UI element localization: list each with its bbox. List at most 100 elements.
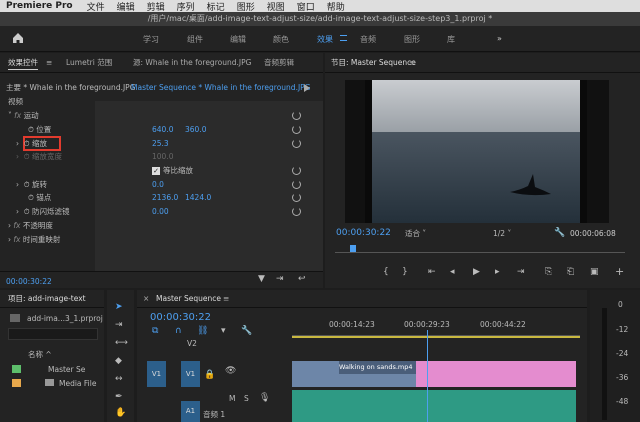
nest-icon[interactable]: ⧉: [152, 326, 158, 336]
menu-markers[interactable]: 标记: [207, 0, 225, 13]
tab-source[interactable]: 源: Whale in the foreground.JPG: [133, 56, 251, 70]
timeline-title[interactable]: Master Sequence: [156, 292, 221, 306]
resolution-dropdown[interactable]: 1/2 ˅: [493, 227, 533, 240]
menu-window[interactable]: 窗口: [297, 0, 315, 13]
go-to-out-icon[interactable]: ⇥: [517, 267, 525, 277]
export-frame-button-icon[interactable]: ▣: [590, 267, 599, 277]
menu-sequence[interactable]: 序列: [177, 0, 195, 13]
mute-button[interactable]: M: [229, 392, 239, 405]
step-back-icon[interactable]: ◂: [450, 267, 455, 277]
menu-help[interactable]: 帮助: [327, 0, 345, 13]
export-frame-icon[interactable]: ⇥: [276, 274, 284, 284]
timeline-menu-icon[interactable]: ≡: [223, 292, 229, 306]
program-menu-icon[interactable]: ≡: [409, 56, 415, 70]
v1-source-patch[interactable]: V1: [147, 361, 166, 387]
go-to-in-icon[interactable]: ⇤: [428, 267, 436, 277]
opacity-row[interactable]: › fx 不透明度: [8, 219, 328, 232]
marker-icon[interactable]: ▾: [221, 326, 226, 336]
jump-icon[interactable]: ↩: [298, 274, 306, 284]
workspace-graphics[interactable]: 图形: [404, 34, 420, 45]
timeline-play-icon[interactable]: [304, 84, 310, 92]
chevron-down-icon[interactable]: ˅: [8, 111, 12, 120]
reset-scale-icon[interactable]: [292, 139, 301, 148]
workspace-learn[interactable]: 学习: [143, 34, 159, 45]
project-panel-title[interactable]: 项目: add-image-text: [8, 292, 86, 306]
mic-icon[interactable]: 🎙: [259, 393, 270, 403]
playhead-line[interactable]: [427, 330, 428, 422]
a1-target[interactable]: A1: [181, 401, 200, 422]
play-icon[interactable]: ▶: [473, 267, 480, 277]
settings-wrench-icon[interactable]: 🔧: [241, 326, 252, 336]
pen-icon[interactable]: ✒: [115, 392, 123, 402]
effect-controls-menu-icon[interactable]: ≡: [46, 56, 52, 70]
menu-clip[interactable]: 剪辑: [147, 0, 165, 13]
timeline-close-icon[interactable]: ×: [143, 292, 149, 306]
reset-flicker-icon[interactable]: [292, 207, 301, 216]
v1-target[interactable]: V1: [181, 361, 200, 387]
menu-graphics[interactable]: 图形: [237, 0, 255, 13]
program-video-frame[interactable]: [345, 80, 609, 223]
sequence-clip-label[interactable]: Master Sequence * Whale in the foregroun…: [131, 81, 311, 94]
menu-edit[interactable]: 编辑: [117, 0, 135, 13]
program-monitor-title[interactable]: 节目: Master Sequence: [331, 56, 416, 70]
ripple-edit-icon[interactable]: ⟷: [115, 338, 128, 348]
slip-icon[interactable]: ↔: [115, 374, 123, 384]
wrench-icon[interactable]: 🔧: [554, 228, 565, 238]
filter-icon[interactable]: ▼: [258, 274, 265, 284]
reset-rotation-icon[interactable]: [292, 180, 301, 189]
tab-effect-controls[interactable]: 效果控件: [8, 56, 38, 70]
project-item-media[interactable]: Media File: [59, 377, 104, 390]
tab-lumetri-scopes[interactable]: Lumetri 范围: [66, 56, 112, 70]
workspace-libraries[interactable]: 库: [447, 34, 455, 45]
name-column-header[interactable]: 名称 ^: [28, 348, 88, 361]
reset-anchor-icon[interactable]: [292, 193, 301, 202]
tab-audio-clip[interactable]: 音频剪辑: [264, 56, 294, 70]
selection-tool-icon[interactable]: ➤: [115, 302, 123, 312]
linked-icon[interactable]: ⛓: [197, 326, 208, 336]
workspace-editing[interactable]: 编辑: [230, 34, 246, 45]
workspace-assembly[interactable]: 组件: [187, 34, 203, 45]
scale-value[interactable]: 25.3: [152, 137, 182, 150]
workspace-more-button[interactable]: »: [497, 34, 502, 43]
uniform-scale-checkbox[interactable]: ✓: [152, 167, 160, 175]
mark-in-icon[interactable]: {: [383, 267, 389, 277]
hand-icon[interactable]: ✋: [115, 408, 126, 418]
mark-out-icon[interactable]: }: [402, 267, 408, 277]
workspace-effects[interactable]: 效果: [317, 34, 333, 45]
anchor-y-value[interactable]: 1424.0: [185, 191, 215, 204]
razor-icon[interactable]: ◆: [115, 356, 122, 366]
add-button-icon[interactable]: +: [615, 265, 624, 278]
lift-icon[interactable]: ⎘: [545, 267, 552, 277]
time-remap-row[interactable]: › fx 时间重映射: [8, 233, 328, 246]
menu-file[interactable]: 文件: [87, 0, 105, 13]
app-name[interactable]: Premiere Pro: [6, 1, 73, 11]
step-forward-icon[interactable]: ▸: [495, 267, 500, 277]
project-item-sequence[interactable]: Master Se: [48, 363, 104, 376]
workspace-audio[interactable]: 音频: [360, 34, 376, 45]
anchor-x-value[interactable]: 2136.0: [152, 191, 182, 204]
reset-uniform-icon[interactable]: [292, 166, 301, 175]
audio-clip[interactable]: [292, 390, 576, 422]
position-x-value[interactable]: 640.0: [152, 123, 182, 136]
fit-dropdown[interactable]: 适合 ˅: [405, 227, 455, 240]
menu-view[interactable]: 视图: [267, 0, 285, 13]
home-icon[interactable]: [11, 31, 25, 45]
flicker-value[interactable]: 0.00: [152, 205, 182, 218]
motion-row[interactable]: ˅ fx 运动: [8, 109, 328, 122]
workspace-menu-icon[interactable]: [340, 35, 347, 41]
program-scrubber[interactable]: [335, 245, 625, 253]
timeline-timecode[interactable]: 00:00:30:22: [150, 311, 230, 324]
workspace-color[interactable]: 颜色: [273, 34, 289, 45]
program-timecode[interactable]: 00:00:30:22: [336, 227, 396, 240]
track-select-icon[interactable]: ⇥: [115, 320, 123, 330]
solo-button[interactable]: S: [244, 392, 254, 405]
image-clips[interactable]: [416, 361, 576, 387]
reset-motion-icon[interactable]: [292, 111, 301, 120]
search-input[interactable]: [8, 328, 98, 340]
rotation-value[interactable]: 0.0: [152, 178, 182, 191]
lock-icon[interactable]: 🔒: [204, 370, 215, 380]
eye-icon[interactable]: 👁: [225, 366, 236, 376]
program-playhead-icon[interactable]: [350, 245, 356, 252]
position-y-value[interactable]: 360.0: [185, 123, 215, 136]
reset-position-icon[interactable]: [292, 125, 301, 134]
